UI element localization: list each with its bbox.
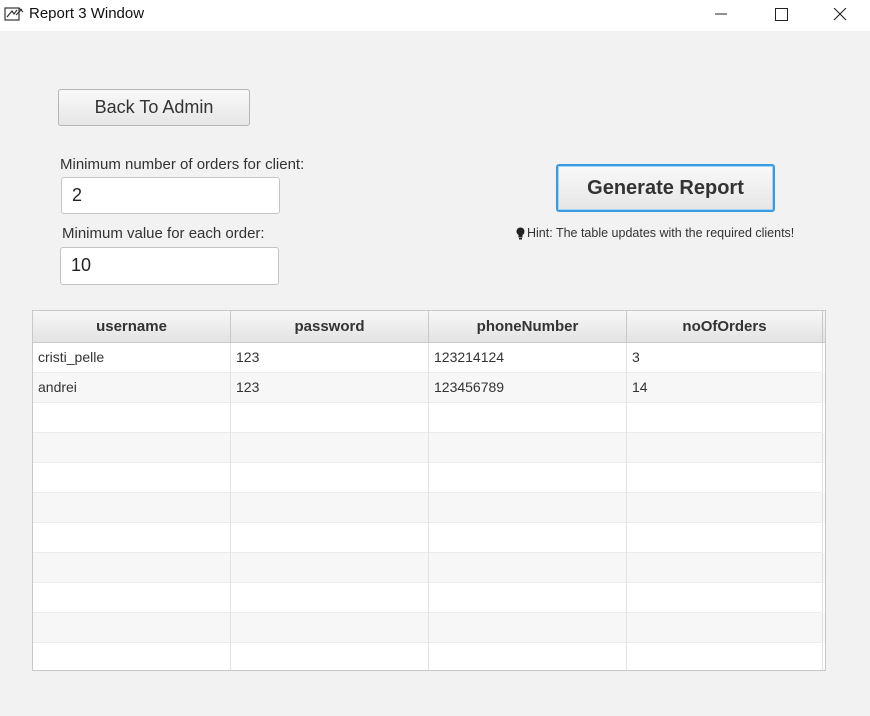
empty-table-row: [33, 583, 825, 613]
table-cell: 123214124: [429, 343, 627, 373]
column-header-username[interactable]: username: [33, 311, 231, 342]
empty-table-row: [33, 463, 825, 493]
hint: Hint: The table updates with the require…: [516, 226, 794, 240]
java-app-icon: [4, 7, 24, 21]
table-cell: 3: [627, 343, 823, 373]
table-row[interactable]: cristi_pelle 123 123214124 3: [33, 343, 825, 373]
generate-report-button[interactable]: Generate Report: [556, 164, 775, 212]
column-header-phone-number[interactable]: phoneNumber: [429, 311, 627, 342]
min-orders-label: Minimum number of orders for client:: [60, 156, 305, 173]
table-row[interactable]: andrei 123 123456789 14: [33, 373, 825, 403]
hint-text: Hint: The table updates with the require…: [527, 226, 795, 240]
close-icon: [833, 8, 847, 21]
table-cell: cristi_pelle: [33, 343, 231, 373]
back-to-admin-button[interactable]: Back To Admin: [58, 89, 250, 126]
table-cell: 14: [627, 373, 823, 403]
column-header-no-of-orders[interactable]: noOfOrders: [627, 311, 823, 342]
empty-table-row: [33, 553, 825, 583]
table-header: username password phoneNumber noOfOrders: [33, 311, 825, 343]
column-header-password[interactable]: password: [231, 311, 429, 342]
table-cell: 123: [231, 373, 429, 403]
min-orders-input[interactable]: 2: [61, 177, 280, 214]
minimize-button[interactable]: [692, 0, 750, 31]
maximize-icon: [775, 8, 788, 21]
empty-table-row: [33, 613, 825, 643]
close-button[interactable]: [811, 0, 869, 31]
window-title: Report 3 Window: [29, 5, 145, 22]
table-cell: 123: [231, 343, 429, 373]
empty-table-row: [33, 433, 825, 463]
maximize-button[interactable]: [752, 0, 810, 31]
clients-table[interactable]: username password phoneNumber noOfOrders…: [32, 310, 826, 671]
minimize-icon: [715, 13, 727, 15]
table-body: cristi_pelle 123 123214124 3 andrei 123 …: [33, 343, 825, 670]
empty-table-row: [33, 523, 825, 553]
empty-table-row: [33, 493, 825, 523]
empty-table-row: [33, 643, 825, 670]
lightbulb-icon: [516, 227, 525, 239]
min-value-label: Minimum value for each order:: [62, 225, 265, 242]
table-cell: 123456789: [429, 373, 627, 403]
window-titlebar: Report 3 Window: [0, 0, 870, 31]
empty-table-row: [33, 403, 825, 433]
table-cell: andrei: [33, 373, 231, 403]
min-value-input[interactable]: 10: [60, 247, 279, 285]
